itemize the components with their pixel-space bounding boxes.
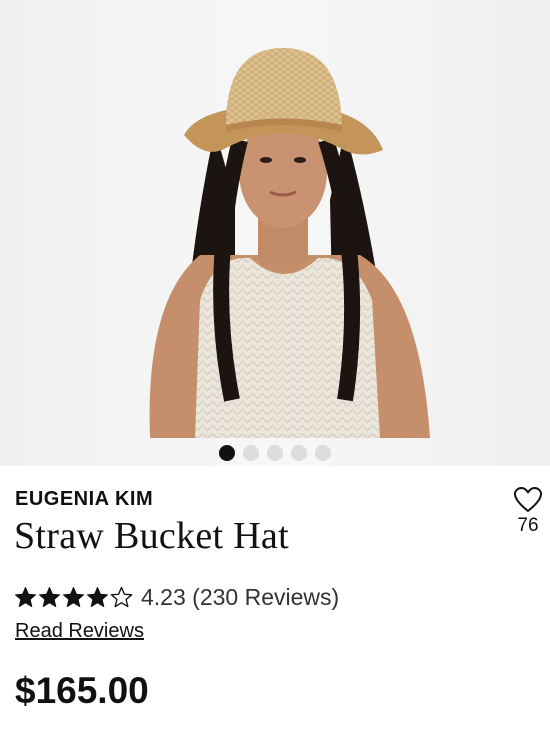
product-title: Straw Bucket Hat — [14, 515, 289, 557]
carousel-dots — [0, 445, 550, 461]
heart-outline-icon — [514, 487, 542, 512]
product-image[interactable] — [0, 0, 550, 466]
carousel-dot[interactable] — [243, 445, 259, 461]
product-price: $165.00 — [15, 670, 149, 711]
carousel-dot[interactable] — [315, 445, 331, 461]
star-outline-icon — [110, 586, 133, 608]
star-filled-icon — [86, 586, 109, 608]
read-reviews-link[interactable]: Read Reviews — [15, 620, 144, 643]
brand-name[interactable]: EUGENIA KIM — [15, 488, 153, 511]
star-filled-icon — [62, 586, 85, 608]
rating-summary: 4.23 (230 Reviews) — [14, 584, 339, 611]
rating-text: 4.23 (230 Reviews) — [141, 584, 340, 610]
favorite-button[interactable]: 76 — [506, 486, 550, 537]
carousel-dot[interactable] — [291, 445, 307, 461]
star-filled-icon — [38, 586, 61, 608]
favorites-count: 76 — [517, 515, 539, 536]
star-rating — [14, 586, 133, 609]
carousel-dot[interactable] — [219, 445, 235, 461]
model-photo — [0, 0, 550, 466]
carousel-dot[interactable] — [267, 445, 283, 461]
star-filled-icon — [14, 586, 37, 608]
